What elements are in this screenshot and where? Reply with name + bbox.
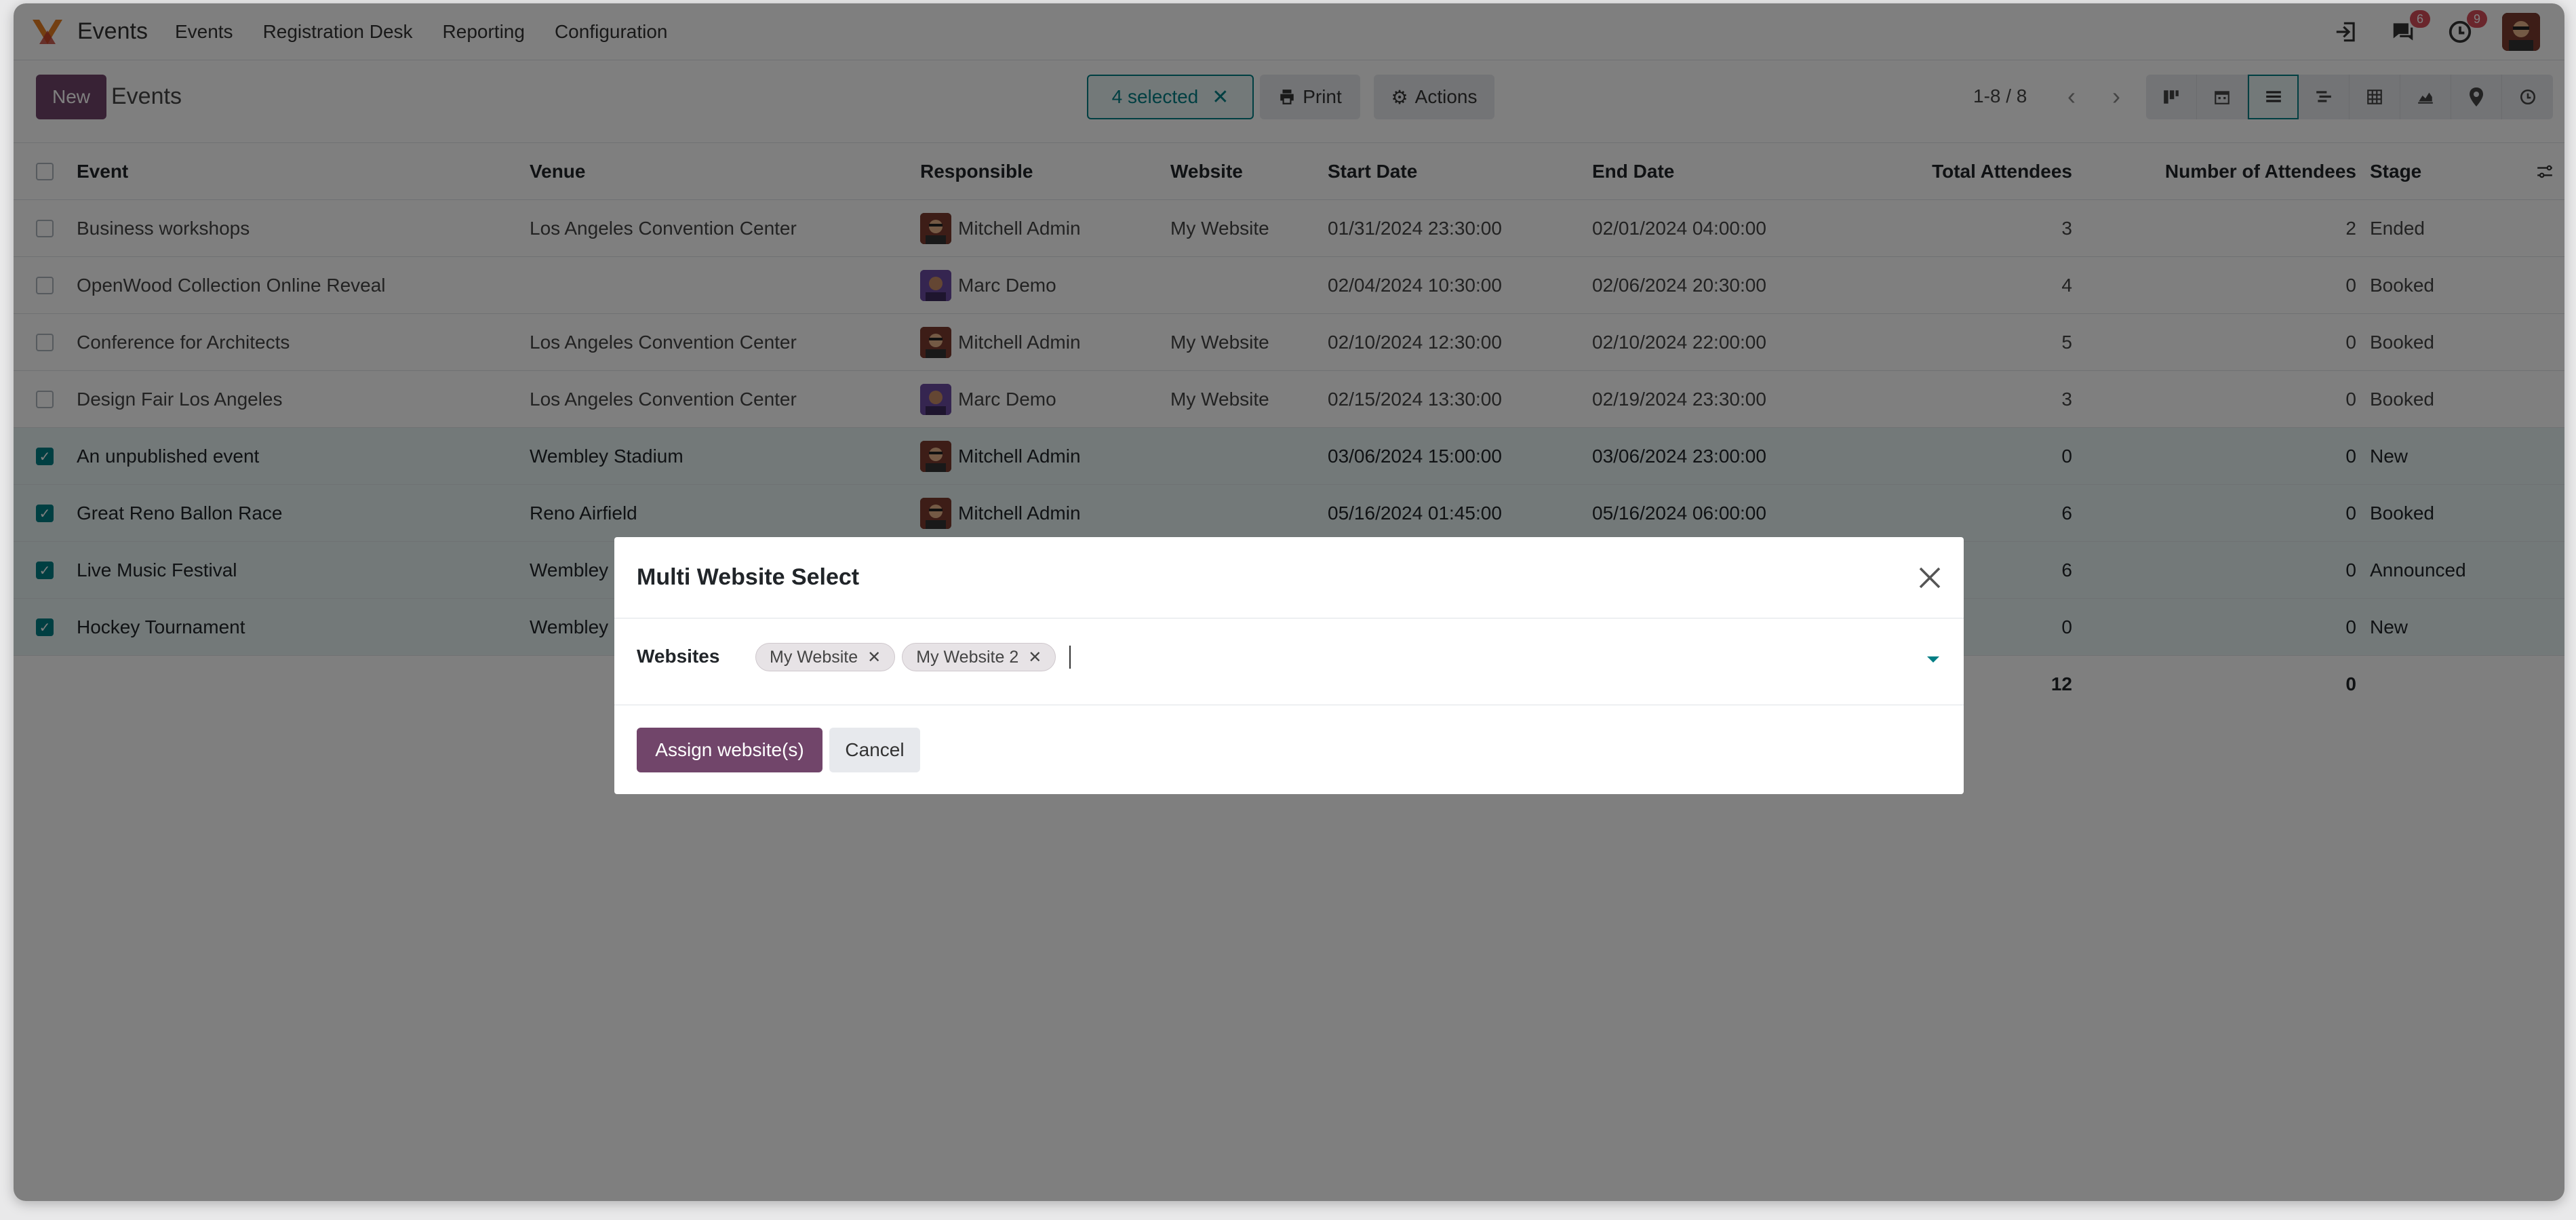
multi-website-select-dialog: Multi Website Select Websites My Website…: [614, 537, 1964, 794]
modal-title: Multi Website Select: [637, 564, 860, 590]
remove-tag-icon[interactable]: ✕: [1028, 648, 1042, 667]
text-cursor: [1069, 646, 1071, 669]
modal-footer: Assign website(s) Cancel: [614, 705, 1964, 794]
websites-tags-input[interactable]: My Website ✕ My Website 2 ✕: [755, 643, 1071, 671]
close-icon[interactable]: [1914, 562, 1946, 594]
tag-my-website: My Website ✕: [755, 643, 896, 671]
app-window: Events Events Registration Desk Reportin…: [14, 3, 2564, 1201]
remove-tag-icon[interactable]: ✕: [867, 648, 881, 667]
assign-websites-button[interactable]: Assign website(s): [637, 728, 823, 772]
modal-header: Multi Website Select: [614, 537, 1964, 618]
dropdown-caret-icon[interactable]: [1927, 656, 1939, 663]
websites-field-label: Websites: [637, 646, 720, 667]
tag-label: My Website 2: [916, 647, 1019, 667]
cancel-button[interactable]: Cancel: [829, 728, 920, 772]
tag-label: My Website: [770, 647, 858, 667]
tag-my-website-2: My Website 2 ✕: [902, 643, 1056, 671]
modal-body: Websites My Website ✕ My Website 2 ✕: [614, 618, 1964, 705]
